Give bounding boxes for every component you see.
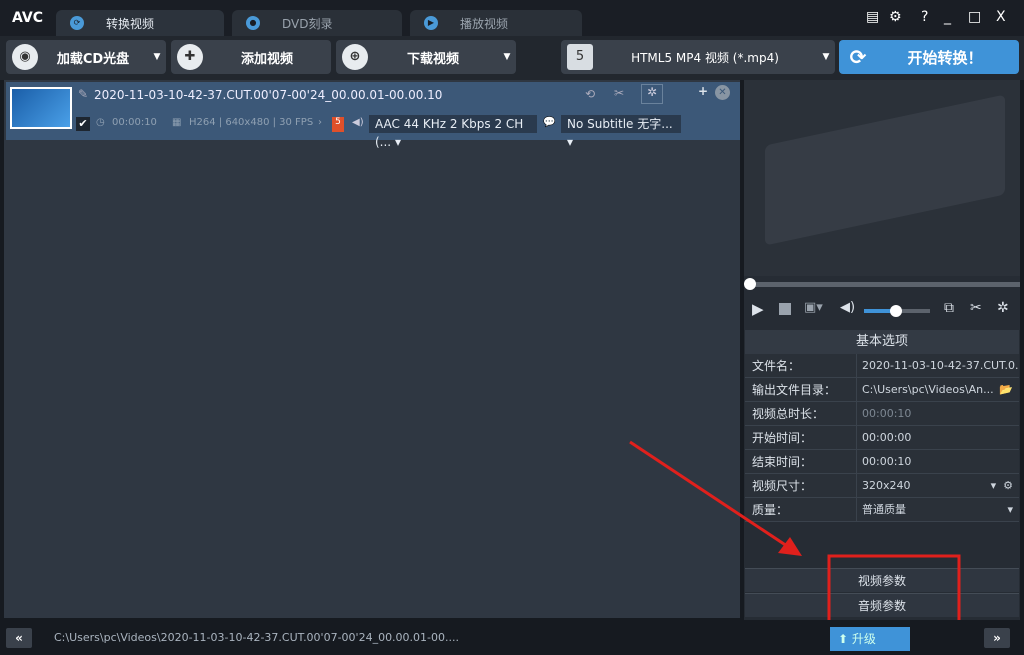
expand-right-button[interactable]: » (984, 628, 1010, 648)
upgrade-label: 升级 (851, 632, 876, 646)
arrow-up-icon: ⬆ (838, 632, 849, 646)
annotation-box (827, 554, 961, 628)
upgrade-button[interactable]: ⬆ 升级 (830, 627, 910, 651)
collapse-left-button[interactable]: « (6, 628, 32, 648)
annotation-arrow (629, 440, 791, 550)
annotation-overlay (629, 440, 961, 628)
output-path: C:\Users\pc\Videos\2020-11-03-10-42-37.C… (54, 631, 460, 644)
annotation-arrowhead (778, 537, 802, 556)
